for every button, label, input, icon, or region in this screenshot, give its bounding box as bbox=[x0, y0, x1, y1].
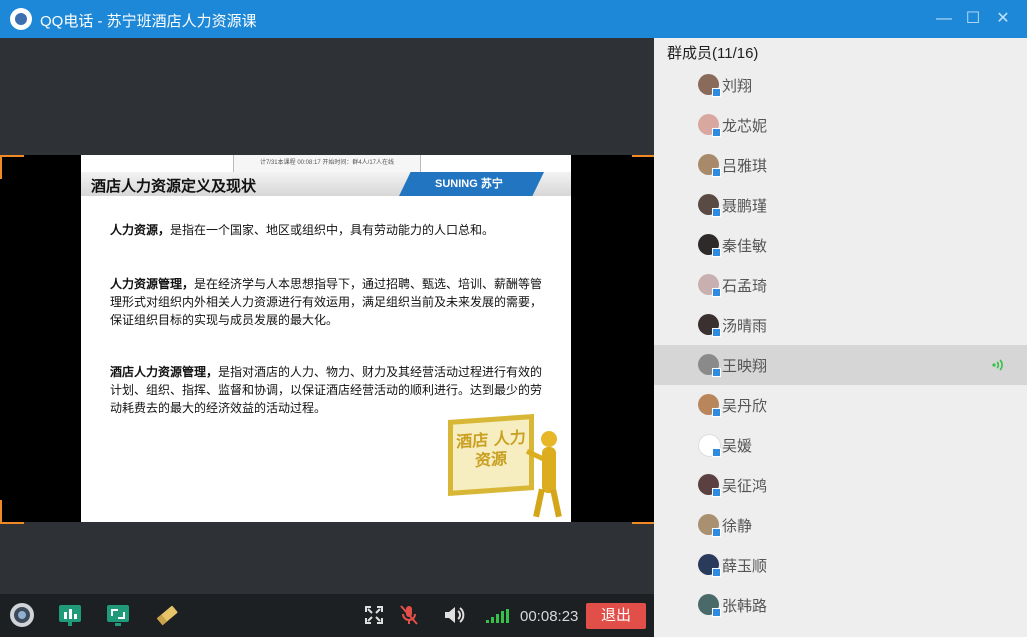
member-row[interactable]: 龙芯妮 bbox=[654, 105, 1027, 145]
member-name: 秦佳敏 bbox=[722, 238, 768, 255]
paragraph-term: 酒店人力资源管理， bbox=[110, 365, 219, 379]
member-row[interactable]: 薛玉顺 bbox=[654, 545, 1027, 585]
member-row[interactable]: 吕雅琪 bbox=[654, 145, 1027, 185]
signal-icon bbox=[486, 609, 510, 623]
slide-meeting-strip: 计7/31本课程 00:08:17 开始时间：群4人/17人在线 bbox=[233, 155, 421, 173]
frame-corner bbox=[0, 500, 24, 524]
slide-board-illustration: 酒店 人力资源 bbox=[448, 413, 534, 497]
member-row[interactable]: 徐静 bbox=[654, 505, 1027, 545]
device-badge-icon bbox=[712, 168, 721, 177]
member-name: 吴征鸿 bbox=[722, 478, 768, 495]
figure-illustration bbox=[533, 488, 545, 518]
device-badge-icon bbox=[712, 328, 721, 337]
paragraph-term: 人力资源管理， bbox=[110, 277, 195, 291]
slide-paragraph: 酒店人力资源管理，是指对酒店的人力、物力、财力及其经营活动过程进行有效的计划、组… bbox=[110, 363, 545, 417]
members-panel: 群成员(11/16) 刘翔龙芯妮吕雅琪聂鹏瑾秦佳敏石孟琦汤晴雨王映翔吴丹欣吴媛吴… bbox=[654, 38, 1027, 637]
member-row[interactable]: 吴丹欣 bbox=[654, 385, 1027, 425]
device-badge-icon bbox=[712, 128, 721, 137]
member-name: 聂鹏瑾 bbox=[722, 198, 768, 215]
shared-screen-area: 计7/31本课程 00:08:17 开始时间：群4人/17人在线 酒店人力资源定… bbox=[0, 38, 656, 594]
member-row[interactable]: 石孟琦 bbox=[654, 265, 1027, 305]
device-badge-icon bbox=[712, 88, 721, 97]
member-name: 王映翔 bbox=[722, 358, 768, 375]
member-name: 汤晴雨 bbox=[722, 318, 768, 335]
presentation-slide: 计7/31本课程 00:08:17 开始时间：群4人/17人在线 酒店人力资源定… bbox=[81, 155, 571, 522]
member-name: 石孟琦 bbox=[722, 278, 768, 295]
board-text: 酒店 人力资源 bbox=[456, 427, 526, 471]
member-row[interactable]: 张韩路 bbox=[654, 585, 1027, 625]
member-row[interactable]: 吴征鸿 bbox=[654, 465, 1027, 505]
member-row[interactable]: 王映翔 bbox=[654, 345, 1027, 385]
quit-button[interactable]: 退出 bbox=[586, 603, 646, 629]
minimize-icon[interactable]: — bbox=[933, 8, 955, 30]
member-row[interactable]: 秦佳敏 bbox=[654, 225, 1027, 265]
suning-logo: SUNING 苏宁 bbox=[399, 172, 544, 196]
member-name: 薛玉顺 bbox=[722, 558, 768, 575]
figure-illustration bbox=[541, 431, 557, 447]
device-badge-icon bbox=[712, 448, 721, 457]
frame-corner bbox=[632, 155, 656, 179]
member-row[interactable]: 汤晴雨 bbox=[654, 305, 1027, 345]
device-badge-icon bbox=[712, 368, 721, 377]
device-badge-icon bbox=[712, 568, 721, 577]
member-name: 吴丹欣 bbox=[722, 398, 768, 415]
screen-share-icon[interactable] bbox=[105, 602, 131, 628]
camera-icon[interactable] bbox=[9, 602, 35, 628]
member-name: 吴媛 bbox=[722, 438, 753, 455]
members-header: 群成员(11/16) bbox=[667, 45, 759, 62]
call-toolbar: 00:08:23 退出 bbox=[0, 594, 654, 637]
close-icon[interactable]: ✕ bbox=[992, 8, 1014, 30]
member-name: 张韩路 bbox=[722, 598, 768, 615]
member-name: 龙芯妮 bbox=[722, 118, 768, 135]
qq-call-logo-icon bbox=[10, 8, 32, 30]
speaker-icon[interactable] bbox=[441, 602, 467, 628]
slide-paragraph: 人力资源管理，是在经济学与人本思想指导下，通过招聘、甄选、培训、薪酬等管理形式对… bbox=[110, 275, 545, 329]
fullscreen-icon[interactable] bbox=[361, 602, 387, 628]
window-title: QQ电话 - 苏宁班酒店人力资源课 bbox=[40, 13, 257, 30]
member-name: 徐静 bbox=[722, 518, 753, 535]
member-row[interactable]: 吴媛 bbox=[654, 425, 1027, 465]
device-badge-icon bbox=[712, 208, 721, 217]
paragraph-term: 人力资源， bbox=[110, 223, 171, 237]
device-badge-icon bbox=[712, 528, 721, 537]
paragraph-text: 是指在一个国家、地区或组织中，具有劳动能力的人口总和。 bbox=[170, 223, 495, 237]
figure-illustration bbox=[542, 447, 556, 493]
frame-corner bbox=[0, 155, 24, 179]
device-badge-icon bbox=[712, 608, 721, 617]
eraser-icon[interactable] bbox=[154, 602, 180, 628]
member-row[interactable]: 聂鹏瑾 bbox=[654, 185, 1027, 225]
call-timer: 00:08:23 bbox=[520, 608, 579, 625]
member-row[interactable]: 刘翔 bbox=[654, 65, 1027, 105]
frame-corner bbox=[632, 500, 656, 524]
whiteboard-icon[interactable] bbox=[57, 602, 83, 628]
figure-illustration bbox=[550, 488, 562, 518]
speaking-icon bbox=[990, 357, 1006, 373]
member-name: 刘翔 bbox=[722, 78, 753, 95]
slide-title: 酒店人力资源定义及现状 bbox=[91, 178, 257, 195]
device-badge-icon bbox=[712, 408, 721, 417]
title-bar: QQ电话 - 苏宁班酒店人力资源课 — ☐ ✕ bbox=[0, 0, 1027, 38]
device-badge-icon bbox=[712, 488, 721, 497]
device-badge-icon bbox=[712, 248, 721, 257]
member-name: 吕雅琪 bbox=[722, 158, 768, 175]
device-badge-icon bbox=[712, 288, 721, 297]
slide-paragraph: 人力资源，是指在一个国家、地区或组织中，具有劳动能力的人口总和。 bbox=[110, 221, 545, 239]
mic-muted-icon[interactable] bbox=[396, 602, 422, 628]
maximize-icon[interactable]: ☐ bbox=[962, 8, 984, 30]
